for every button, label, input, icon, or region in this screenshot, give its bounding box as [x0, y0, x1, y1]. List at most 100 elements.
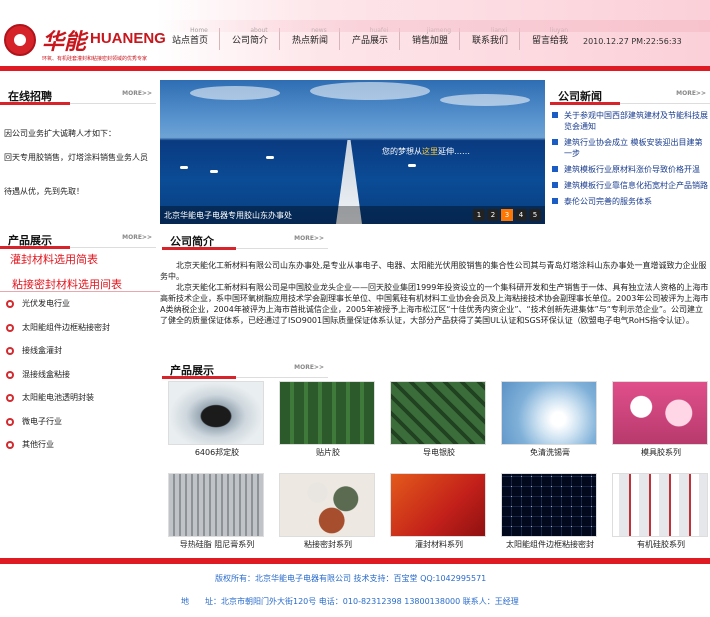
about-more-link[interactable]: MORE>>	[294, 235, 324, 242]
logo-tagline: 环氧、有机硅套灌封和粘接密封领域的优秀专家	[42, 56, 148, 62]
title-underline	[0, 246, 70, 249]
products-header: 产品展示 MORE>>	[162, 360, 328, 379]
nav-franchise-label: 销售加盟	[411, 36, 448, 46]
category-item[interactable]: 太阳能组件边框粘接密封	[0, 316, 160, 340]
news-item[interactable]: 关于参观中国西部建筑建材及节能科技展览会通知	[550, 110, 710, 132]
potting-table-link[interactable]: 灌封材料选用简表	[10, 251, 98, 267]
banner-caption-bar: 北京华能电子电器专用胶山东办事处 1 2 3 4 5	[160, 206, 545, 224]
category-item[interactable]: 其他行业	[0, 433, 160, 457]
nav-franchise-en: jiameng	[426, 27, 452, 34]
nav-about-en: about	[250, 27, 268, 34]
recruit-line: 待遇从优，先到先取！	[4, 187, 84, 196]
product-image	[279, 381, 375, 445]
category-item[interactable]: 接线盒灌封	[0, 339, 160, 363]
product-caption: 导热硅脂 阻尼膏系列	[179, 540, 255, 549]
product-caption: 免清洗锡膏	[530, 448, 570, 457]
product-card[interactable]: 贴片胶	[279, 381, 377, 458]
product-caption: 贴片胶	[316, 448, 340, 457]
nav-home-en: Home	[190, 27, 208, 34]
hero-banner[interactable]: 您的梦想从这里延伸…… 北京华能电子电器专用胶山东办事处 1 2 3 4 5	[160, 80, 545, 224]
product-card[interactable]: 6406邦定胶	[168, 381, 266, 458]
logo-name-cn: 华能	[42, 29, 87, 55]
title-underline	[550, 102, 620, 105]
category-list: 光伏发电行业 太阳能组件边框粘接密封 接线盒灌封 混接线盒粘接 太阳能电池透明封…	[0, 292, 160, 457]
nav-contact-en: lianxi	[490, 27, 508, 34]
side-products-header: 产品展示 MORE>>	[0, 230, 156, 249]
product-card[interactable]: 粘接密封系列	[279, 473, 377, 550]
nav-about-label: 公司简介	[231, 36, 268, 46]
category-item[interactable]: 太阳能电池透明封装	[0, 386, 160, 410]
slogan-text: 您的梦想从	[382, 147, 422, 156]
nav-guestbook[interactable]: liuyan 留言给我	[520, 26, 580, 54]
nav-home[interactable]: Home 站点首页	[160, 26, 220, 54]
nav-news-en: news	[311, 27, 327, 34]
product-card[interactable]: 导热硅脂 阻尼膏系列	[168, 473, 266, 550]
nav-home-label: 站点首页	[171, 36, 208, 46]
product-caption: 导电银胶	[423, 448, 455, 457]
nav-guestbook-en: liuyan	[549, 27, 569, 34]
cloud	[190, 86, 280, 100]
news-item[interactable]: 建筑行业协会成立 模板安装迎出目建第一步	[550, 137, 710, 159]
product-caption: 6406邦定胶	[194, 448, 240, 457]
news-item[interactable]: 建筑模板行业靠信息化拓宽村企产品销路	[550, 180, 710, 191]
product-caption: 有机硅胶系列	[637, 540, 685, 549]
news-more-link[interactable]: MORE>>	[676, 90, 706, 97]
logo-name-en: HUANENG	[90, 30, 166, 47]
slogan-highlight: 这里	[422, 147, 438, 156]
banner-page-button[interactable]: 1	[473, 209, 485, 221]
category-item[interactable]: 微电子行业	[0, 410, 160, 434]
product-card[interactable]: 有机硅胶系列	[612, 473, 710, 550]
category-item[interactable]: 混接线盒粘接	[0, 363, 160, 387]
nav-products-en: huafei	[369, 27, 389, 34]
title-underline	[162, 247, 236, 250]
product-card[interactable]: 灌封材料系列	[390, 473, 488, 550]
logo-seal-icon	[4, 24, 36, 56]
product-card[interactable]: 模具胶系列	[612, 381, 710, 458]
banner-slogan: 您的梦想从这里延伸……	[382, 146, 470, 157]
products-more-link[interactable]: MORE>>	[294, 364, 324, 371]
company-logo[interactable]: 华能 HUANENG 环氧、有机硅套灌封和粘接密封领域的优秀专家	[4, 24, 166, 64]
news-item[interactable]: 建筑模板行业原材料涨价导致价格开温	[550, 164, 710, 175]
about-text: 北京天能化工新材料有限公司山东办事处,是专业从事电子、电器、太阳能光伏用胶销售的…	[160, 260, 710, 326]
about-paragraph: 北京天能化工新材料有限公司是中国胶业龙头企业——回天胶业集团1999年投资设立的…	[160, 283, 709, 325]
banner-caption: 北京华能电子电器专用胶山东办事处	[164, 211, 292, 220]
product-card[interactable]: 导电银胶	[390, 381, 488, 458]
nav-products[interactable]: huafei 产品展示	[340, 26, 400, 54]
site-header: 华能 HUANENG 环氧、有机硅套灌封和粘接密封领域的优秀专家 Home 站点首…	[0, 0, 710, 71]
cloud	[440, 94, 530, 106]
nav-franchise[interactable]: jiameng 销售加盟	[400, 26, 460, 54]
about-paragraph: 北京天能化工新材料有限公司山东办事处,是专业从事电子、电器、太阳能光伏用胶销售的…	[160, 261, 707, 281]
about-header: 公司简介 MORE>>	[162, 231, 328, 250]
news-item[interactable]: 泰伦公司完善的服务体系	[550, 196, 710, 207]
nav-news[interactable]: news 热点新闻	[280, 26, 340, 54]
banner-page-button-active[interactable]: 3	[501, 209, 513, 221]
boat	[180, 166, 188, 169]
nav-contact[interactable]: lianxi 联系我们	[460, 26, 520, 54]
banner-page-button[interactable]: 2	[487, 209, 499, 221]
recruit-line: 因公司业务扩大诚聘人才如下：	[4, 129, 116, 138]
nav-about[interactable]: about 公司简介	[220, 26, 280, 54]
product-image	[501, 473, 597, 537]
main-nav: Home 站点首页 about 公司简介 news 热点新闻 huafei 产品展示 j…	[160, 26, 580, 54]
side-products-more-link[interactable]: MORE>>	[122, 234, 152, 241]
recruit-more-link[interactable]: MORE>>	[122, 90, 152, 97]
product-image	[501, 381, 597, 445]
boat	[408, 164, 416, 167]
product-image	[612, 473, 708, 537]
recruit-header: 在线招聘 MORE>>	[0, 86, 156, 105]
product-image	[390, 381, 486, 445]
boat	[266, 156, 274, 159]
title-underline	[162, 376, 236, 379]
product-caption: 灌封材料系列	[415, 540, 463, 549]
sealant-table-link[interactable]: 粘接密封材料选用间表	[12, 276, 122, 292]
product-image	[279, 473, 375, 537]
banner-page-button[interactable]: 5	[529, 209, 541, 221]
product-card[interactable]: 免清洗锡膏	[501, 381, 599, 458]
news-list: 关于参观中国西部建筑建材及节能科技展览会通知 建筑行业协会成立 模板安装迎出目建…	[550, 110, 710, 212]
header-divider	[0, 66, 710, 71]
banner-page-button[interactable]: 4	[515, 209, 527, 221]
product-image	[612, 381, 708, 445]
product-card[interactable]: 太阳能组件边框粘接密封	[501, 473, 599, 550]
nav-products-label: 产品展示	[351, 36, 388, 46]
category-item[interactable]: 光伏发电行业	[0, 292, 160, 316]
